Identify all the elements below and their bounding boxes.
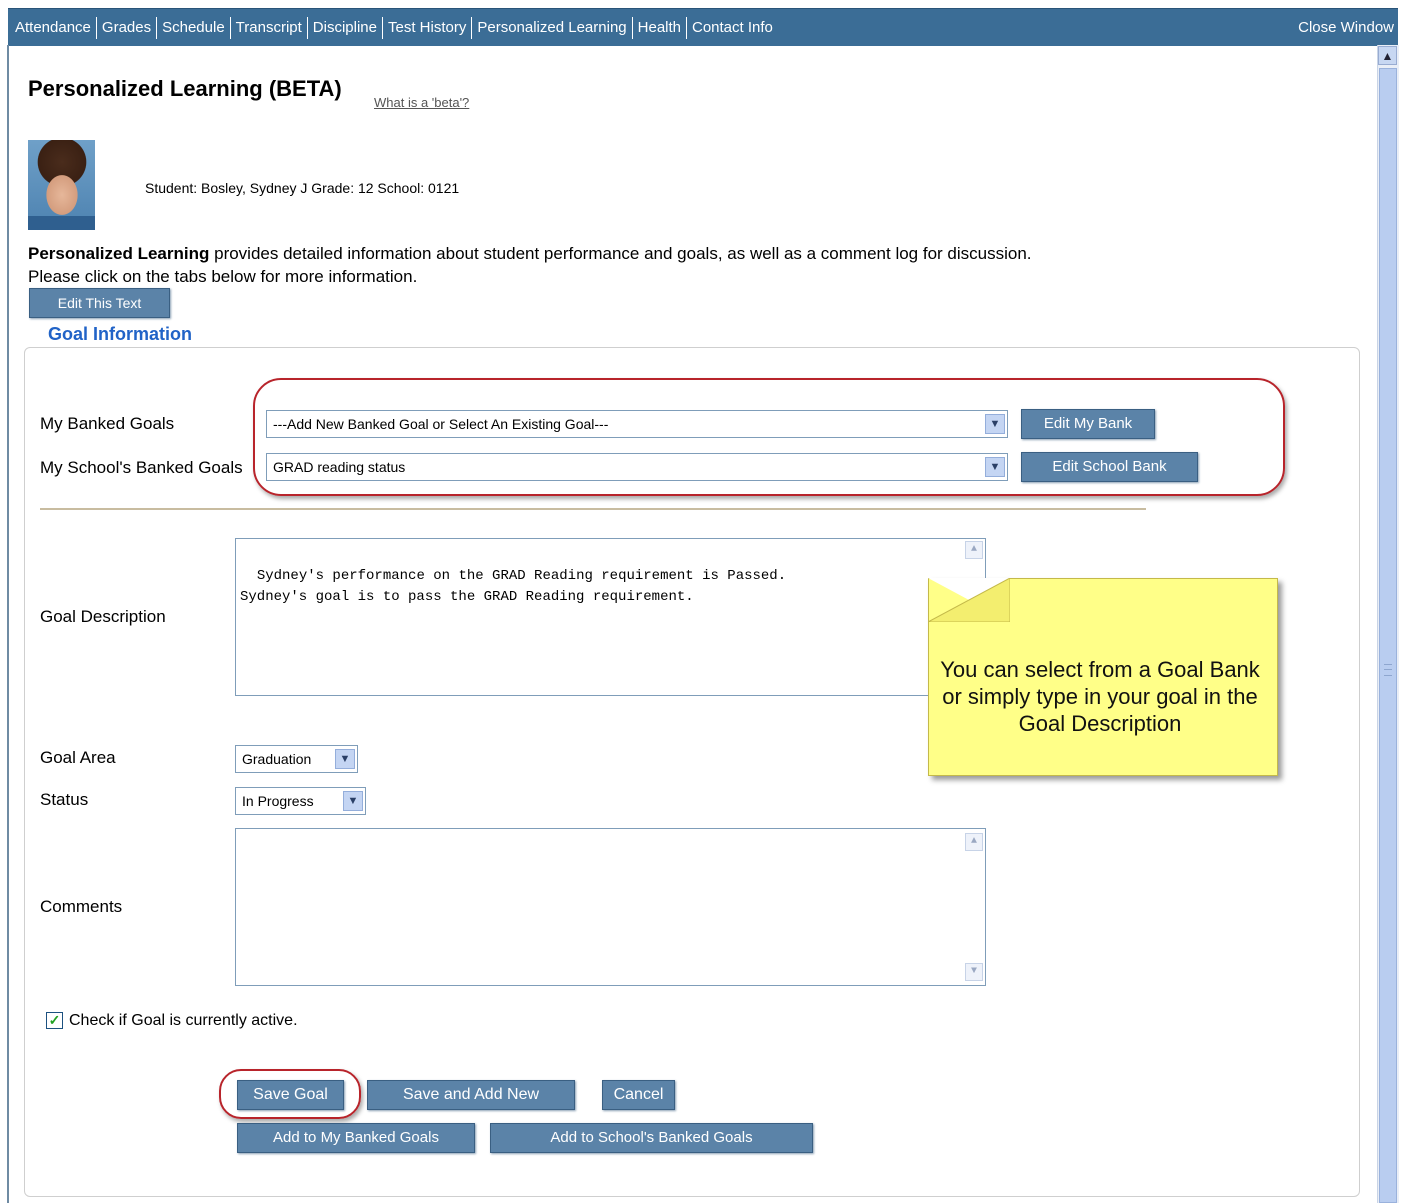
page-title: Personalized Learning (BETA)	[28, 76, 342, 101]
add-to-school-banked-goals-button[interactable]: Add to School's Banked Goals	[490, 1123, 813, 1153]
active-goal-label: Check if Goal is currently active.	[69, 1012, 298, 1029]
cancel-button[interactable]: Cancel	[602, 1080, 675, 1110]
tab-contact-info[interactable]: Contact Info	[687, 17, 778, 39]
what-is-beta-link[interactable]: What is a 'beta'?	[374, 95, 469, 110]
chevron-down-icon[interactable]: ▼	[343, 791, 363, 811]
scrollbar-thumb[interactable]	[1379, 68, 1397, 1203]
banked-goals-highlight	[253, 378, 1285, 496]
intro-line-2: Please click on the tabs below for more …	[28, 267, 418, 286]
tab-health[interactable]: Health	[633, 16, 687, 39]
status-label: Status	[40, 790, 89, 809]
intro-text: Personalized Learning provides detailed …	[28, 242, 1032, 288]
add-to-my-banked-goals-button[interactable]: Add to My Banked Goals	[237, 1123, 475, 1153]
school-banked-goals-label: My School's Banked Goals	[40, 458, 243, 477]
tab-test-history[interactable]: Test History	[383, 16, 473, 39]
chevron-down-icon[interactable]: ▼	[335, 749, 355, 769]
goal-area-select[interactable]: Graduation ▼	[235, 745, 358, 773]
intro-line-1-rest: provides detailed information about stud…	[209, 244, 1032, 263]
student-photo-shirt	[28, 216, 95, 230]
intro-bold: Personalized Learning	[28, 244, 210, 263]
student-info: Student: Bosley, Sydney J Grade: 12 Scho…	[145, 180, 460, 196]
tab-discipline[interactable]: Discipline	[308, 16, 383, 39]
active-goal-checkbox[interactable]: ✓	[46, 1012, 63, 1029]
scroll-up-arrow-icon[interactable]: ▲	[965, 541, 983, 559]
tab-personalized-learning[interactable]: Personalized Learning	[472, 16, 633, 39]
save-and-add-new-button[interactable]: Save and Add New	[367, 1080, 575, 1110]
scroll-up-arrow-icon[interactable]: ▲	[965, 833, 983, 851]
top-nav-bar: Attendance Grades Schedule Transcript Di…	[8, 8, 1398, 46]
close-window-link[interactable]: Close Window	[1298, 9, 1394, 46]
tab-schedule[interactable]: Schedule	[157, 16, 231, 39]
top-nav: Attendance Grades Schedule Transcript Di…	[0, 0, 1406, 48]
callout-text: You can select from a Goal Bank or simpl…	[940, 657, 1260, 736]
my-banked-goals-label: My Banked Goals	[40, 414, 175, 433]
goal-area-label: Goal Area	[40, 748, 116, 767]
goal-area-value: Graduation	[242, 751, 312, 767]
tab-attendance[interactable]: Attendance	[10, 16, 97, 39]
edit-this-text-button[interactable]: Edit This Text	[29, 288, 170, 318]
scroll-up-arrow-icon[interactable]: ▲	[1378, 46, 1397, 65]
callout-folded-corner-icon	[928, 578, 1010, 622]
nav-tabs: Attendance Grades Schedule Transcript Di…	[10, 9, 778, 46]
scrollbar-grip-icon	[1384, 664, 1392, 676]
window-frame-left	[7, 45, 9, 1203]
scroll-down-arrow-icon[interactable]: ▼	[965, 963, 983, 981]
intro-line-1: Personalized Learning provides detailed …	[28, 242, 1032, 265]
status-value: In Progress	[242, 793, 314, 809]
comments-label: Comments	[40, 897, 123, 916]
student-photo	[28, 140, 95, 230]
goal-description-label: Goal Description	[40, 607, 166, 626]
status-select[interactable]: In Progress ▼	[235, 787, 366, 815]
save-goal-highlight	[219, 1069, 361, 1119]
comments-textarea[interactable]: ▲ ▼	[235, 828, 986, 986]
goal-description-value: Sydney's performance on the GRAD Reading…	[240, 568, 787, 605]
goal-information-legend: Goal Information	[46, 324, 194, 345]
tab-transcript[interactable]: Transcript	[231, 16, 308, 39]
tab-grades[interactable]: Grades	[97, 16, 158, 39]
goal-description-textarea[interactable]: Sydney's performance on the GRAD Reading…	[235, 538, 986, 696]
section-divider	[40, 508, 1146, 510]
